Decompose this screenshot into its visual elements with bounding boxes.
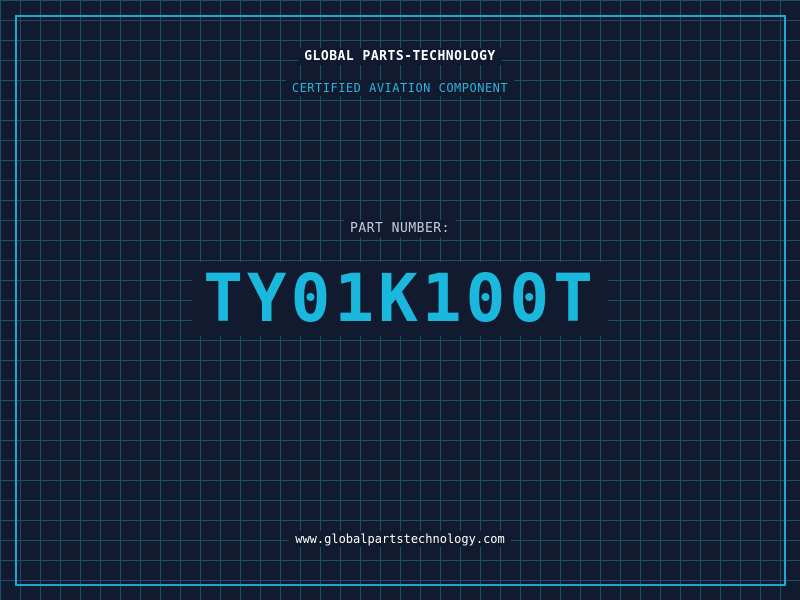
part-number-label-text: PART NUMBER: <box>344 220 456 237</box>
tagline-text: CERTIFIED AVIATION COMPONENT <box>285 80 515 96</box>
tagline: CERTIFIED AVIATION COMPONENT <box>0 80 800 96</box>
company-name-text: GLOBAL PARTS-TECHNOLOGY <box>298 48 502 65</box>
card-canvas: GLOBAL PARTS-TECHNOLOGY CERTIFIED AVIATI… <box>0 0 800 600</box>
part-number-value: TY01K100T <box>192 262 608 336</box>
part-number-label: PART NUMBER: <box>0 220 800 237</box>
website-url: www.globalpartstechnology.com <box>0 531 800 547</box>
company-name: GLOBAL PARTS-TECHNOLOGY <box>0 48 800 65</box>
website-url-text: www.globalpartstechnology.com <box>289 531 511 547</box>
